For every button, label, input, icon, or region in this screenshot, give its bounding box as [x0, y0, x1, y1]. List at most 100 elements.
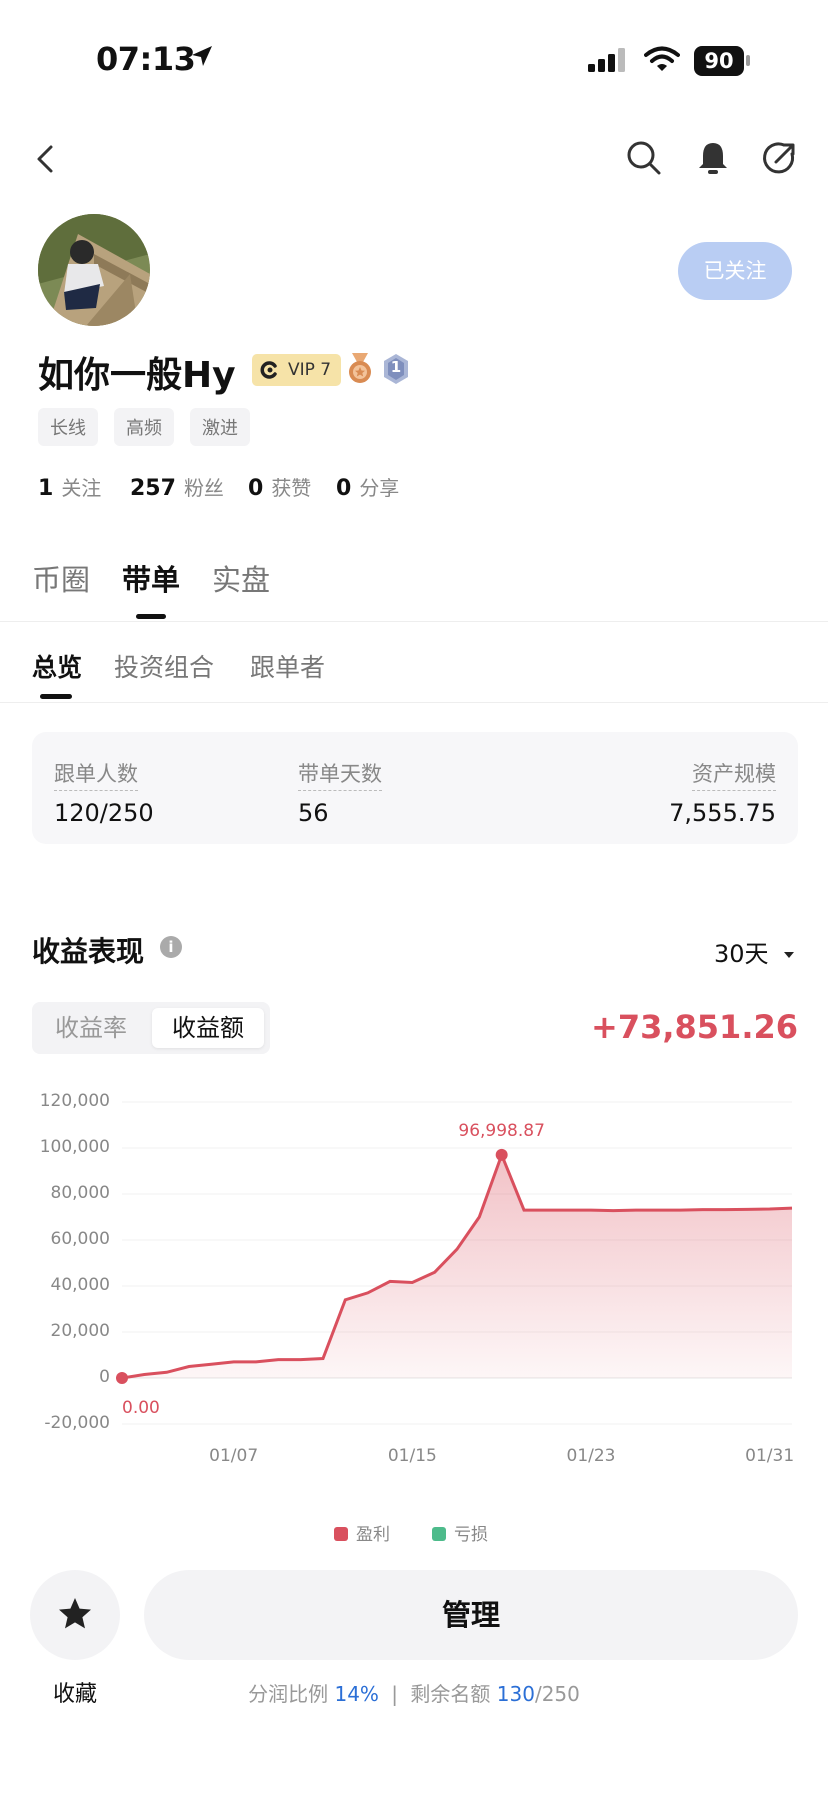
location-arrow-icon — [192, 46, 212, 66]
tab-overview[interactable]: 总览 — [32, 648, 82, 684]
metric-label: 跟单人数 — [54, 758, 138, 791]
return-chart: 120,000 100,000 80,000 60,000 40,000 20,000 0 -… — [0, 1080, 828, 1500]
x-tick-label: 01/23 — [566, 1446, 616, 1466]
stat-value: 0 — [336, 476, 352, 501]
remaining-label: 剩余名额 — [410, 1682, 491, 1706]
battery-icon: 90 — [694, 46, 744, 76]
rank-number: 1 — [390, 358, 402, 376]
back-arrow-icon[interactable] — [34, 144, 58, 174]
share-icon[interactable] — [762, 140, 798, 176]
stat-followers[interactable]: 257 粉丝 — [130, 472, 224, 501]
y-tick-label: 0 — [99, 1367, 110, 1387]
stat-value: 1 — [38, 476, 54, 501]
tab-portfolio[interactable]: 投资组合 — [114, 648, 214, 684]
divider — [0, 702, 828, 703]
share-value: 14% — [334, 1682, 379, 1706]
y-tick-label: -20,000 — [44, 1413, 110, 1433]
share-label: 分润比例 — [248, 1682, 329, 1706]
vip-logo-icon — [260, 361, 277, 379]
stat-label: 粉丝 — [183, 476, 224, 500]
followers-metric: 跟单人数 120/250 — [54, 758, 154, 827]
profit-area — [122, 1154, 792, 1378]
tab-live-trading[interactable]: 实盘 — [212, 557, 270, 599]
y-tick-label: 40,000 — [50, 1275, 110, 1295]
metric-value: 7,555.75 — [669, 799, 776, 827]
tab-coin-circle[interactable]: 币圈 — [32, 557, 90, 599]
days-metric: 带单天数 56 — [298, 758, 382, 827]
metric-label: 资产规模 — [692, 758, 776, 791]
avatar-image — [38, 214, 150, 326]
vip-badge: VIP 7 — [252, 354, 342, 386]
favorite-button[interactable] — [30, 1570, 120, 1660]
legend-profit[interactable]: 盈利 — [334, 1520, 390, 1545]
rank-badge: 1 — [382, 353, 410, 385]
tag-item: 高频 — [114, 408, 174, 446]
wifi-icon — [644, 46, 680, 71]
manage-button[interactable]: 管理 — [144, 1570, 798, 1660]
remaining-total: /250 — [534, 1682, 580, 1706]
tab-followers[interactable]: 跟单者 — [250, 648, 325, 684]
stat-value: 257 — [130, 476, 176, 501]
start-value-label: 0.00 — [122, 1398, 160, 1418]
legend-swatch — [334, 1527, 348, 1541]
x-tick-label: 01/31 — [745, 1446, 795, 1466]
legend-label: 亏损 — [454, 1525, 488, 1545]
separator: | — [391, 1682, 399, 1706]
metric-value: 56 — [298, 799, 329, 827]
tab-indicator — [136, 614, 166, 619]
medal-icon — [349, 353, 371, 383]
tag-item: 激进 — [190, 408, 250, 446]
star-icon — [59, 1598, 91, 1629]
assets-metric: 资产规模 7,555.75 — [669, 758, 776, 827]
stat-likes[interactable]: 0 获赞 — [248, 472, 311, 501]
x-tick-label: 01/15 — [387, 1446, 437, 1466]
status-time: 07:13 — [96, 40, 196, 78]
segment-return-amount[interactable]: 收益额 — [152, 1008, 264, 1048]
vip-label: VIP 7 — [288, 360, 332, 380]
peak-value-label: 96,998.87 — [458, 1120, 545, 1141]
period-label: 30天 — [714, 940, 769, 968]
bell-icon[interactable] — [696, 140, 730, 176]
follow-button[interactable]: 已关注 — [678, 242, 792, 300]
legend-label: 盈利 — [356, 1525, 390, 1545]
avatar[interactable] — [38, 214, 150, 326]
metric-value: 120/250 — [54, 799, 154, 827]
y-tick-label: 100,000 — [39, 1137, 110, 1157]
caret-down-icon — [784, 952, 795, 958]
stat-value: 0 — [248, 476, 264, 501]
tag-item: 长线 — [38, 408, 98, 446]
segment-return-rate[interactable]: 收益率 — [38, 1008, 144, 1048]
stat-label: 分享 — [359, 476, 400, 500]
overview-card: 跟单人数 120/250 带单天数 56 资产规模 7,555.75 — [32, 732, 798, 844]
start-point[interactable] — [116, 1372, 128, 1384]
profile-name: 如你一般Hy — [38, 355, 236, 396]
period-selector[interactable]: 30天 — [714, 934, 796, 969]
tag-list: 长线 高频 激进 — [38, 408, 266, 446]
y-tick-label: 20,000 — [50, 1321, 110, 1341]
legend-loss[interactable]: 亏损 — [432, 1520, 488, 1545]
performance-title: 收益表现 — [32, 935, 145, 968]
y-tick-label: 60,000 — [50, 1229, 110, 1249]
stat-label: 关注 — [61, 476, 102, 500]
signal-icon — [588, 48, 625, 72]
search-icon[interactable] — [626, 140, 662, 176]
metric-segmented-control: 收益率 收益额 — [32, 1002, 270, 1054]
stat-shares[interactable]: 0 分享 — [336, 472, 399, 501]
y-tick-label: 120,000 — [39, 1091, 110, 1111]
share-info: 分润比例 14% | 剩余名额 130/250 — [0, 1678, 828, 1707]
stat-label: 获赞 — [271, 476, 312, 500]
total-return-value: +73,851.26 — [591, 1008, 798, 1046]
peak-point[interactable] — [495, 1148, 508, 1161]
stat-following[interactable]: 1 关注 — [38, 472, 101, 501]
remaining-value: 130 — [496, 1682, 535, 1706]
x-tick-label: 01/07 — [209, 1446, 259, 1466]
info-icon[interactable]: i — [160, 936, 182, 958]
metric-label: 带单天数 — [298, 758, 382, 791]
y-tick-label: 80,000 — [50, 1183, 110, 1203]
tab-copy-trading[interactable]: 带单 — [122, 557, 180, 599]
divider — [0, 621, 828, 622]
chart-canvas — [116, 1101, 793, 1425]
battery-cap — [746, 55, 750, 66]
legend-swatch — [432, 1527, 446, 1541]
subtab-indicator — [40, 694, 72, 699]
